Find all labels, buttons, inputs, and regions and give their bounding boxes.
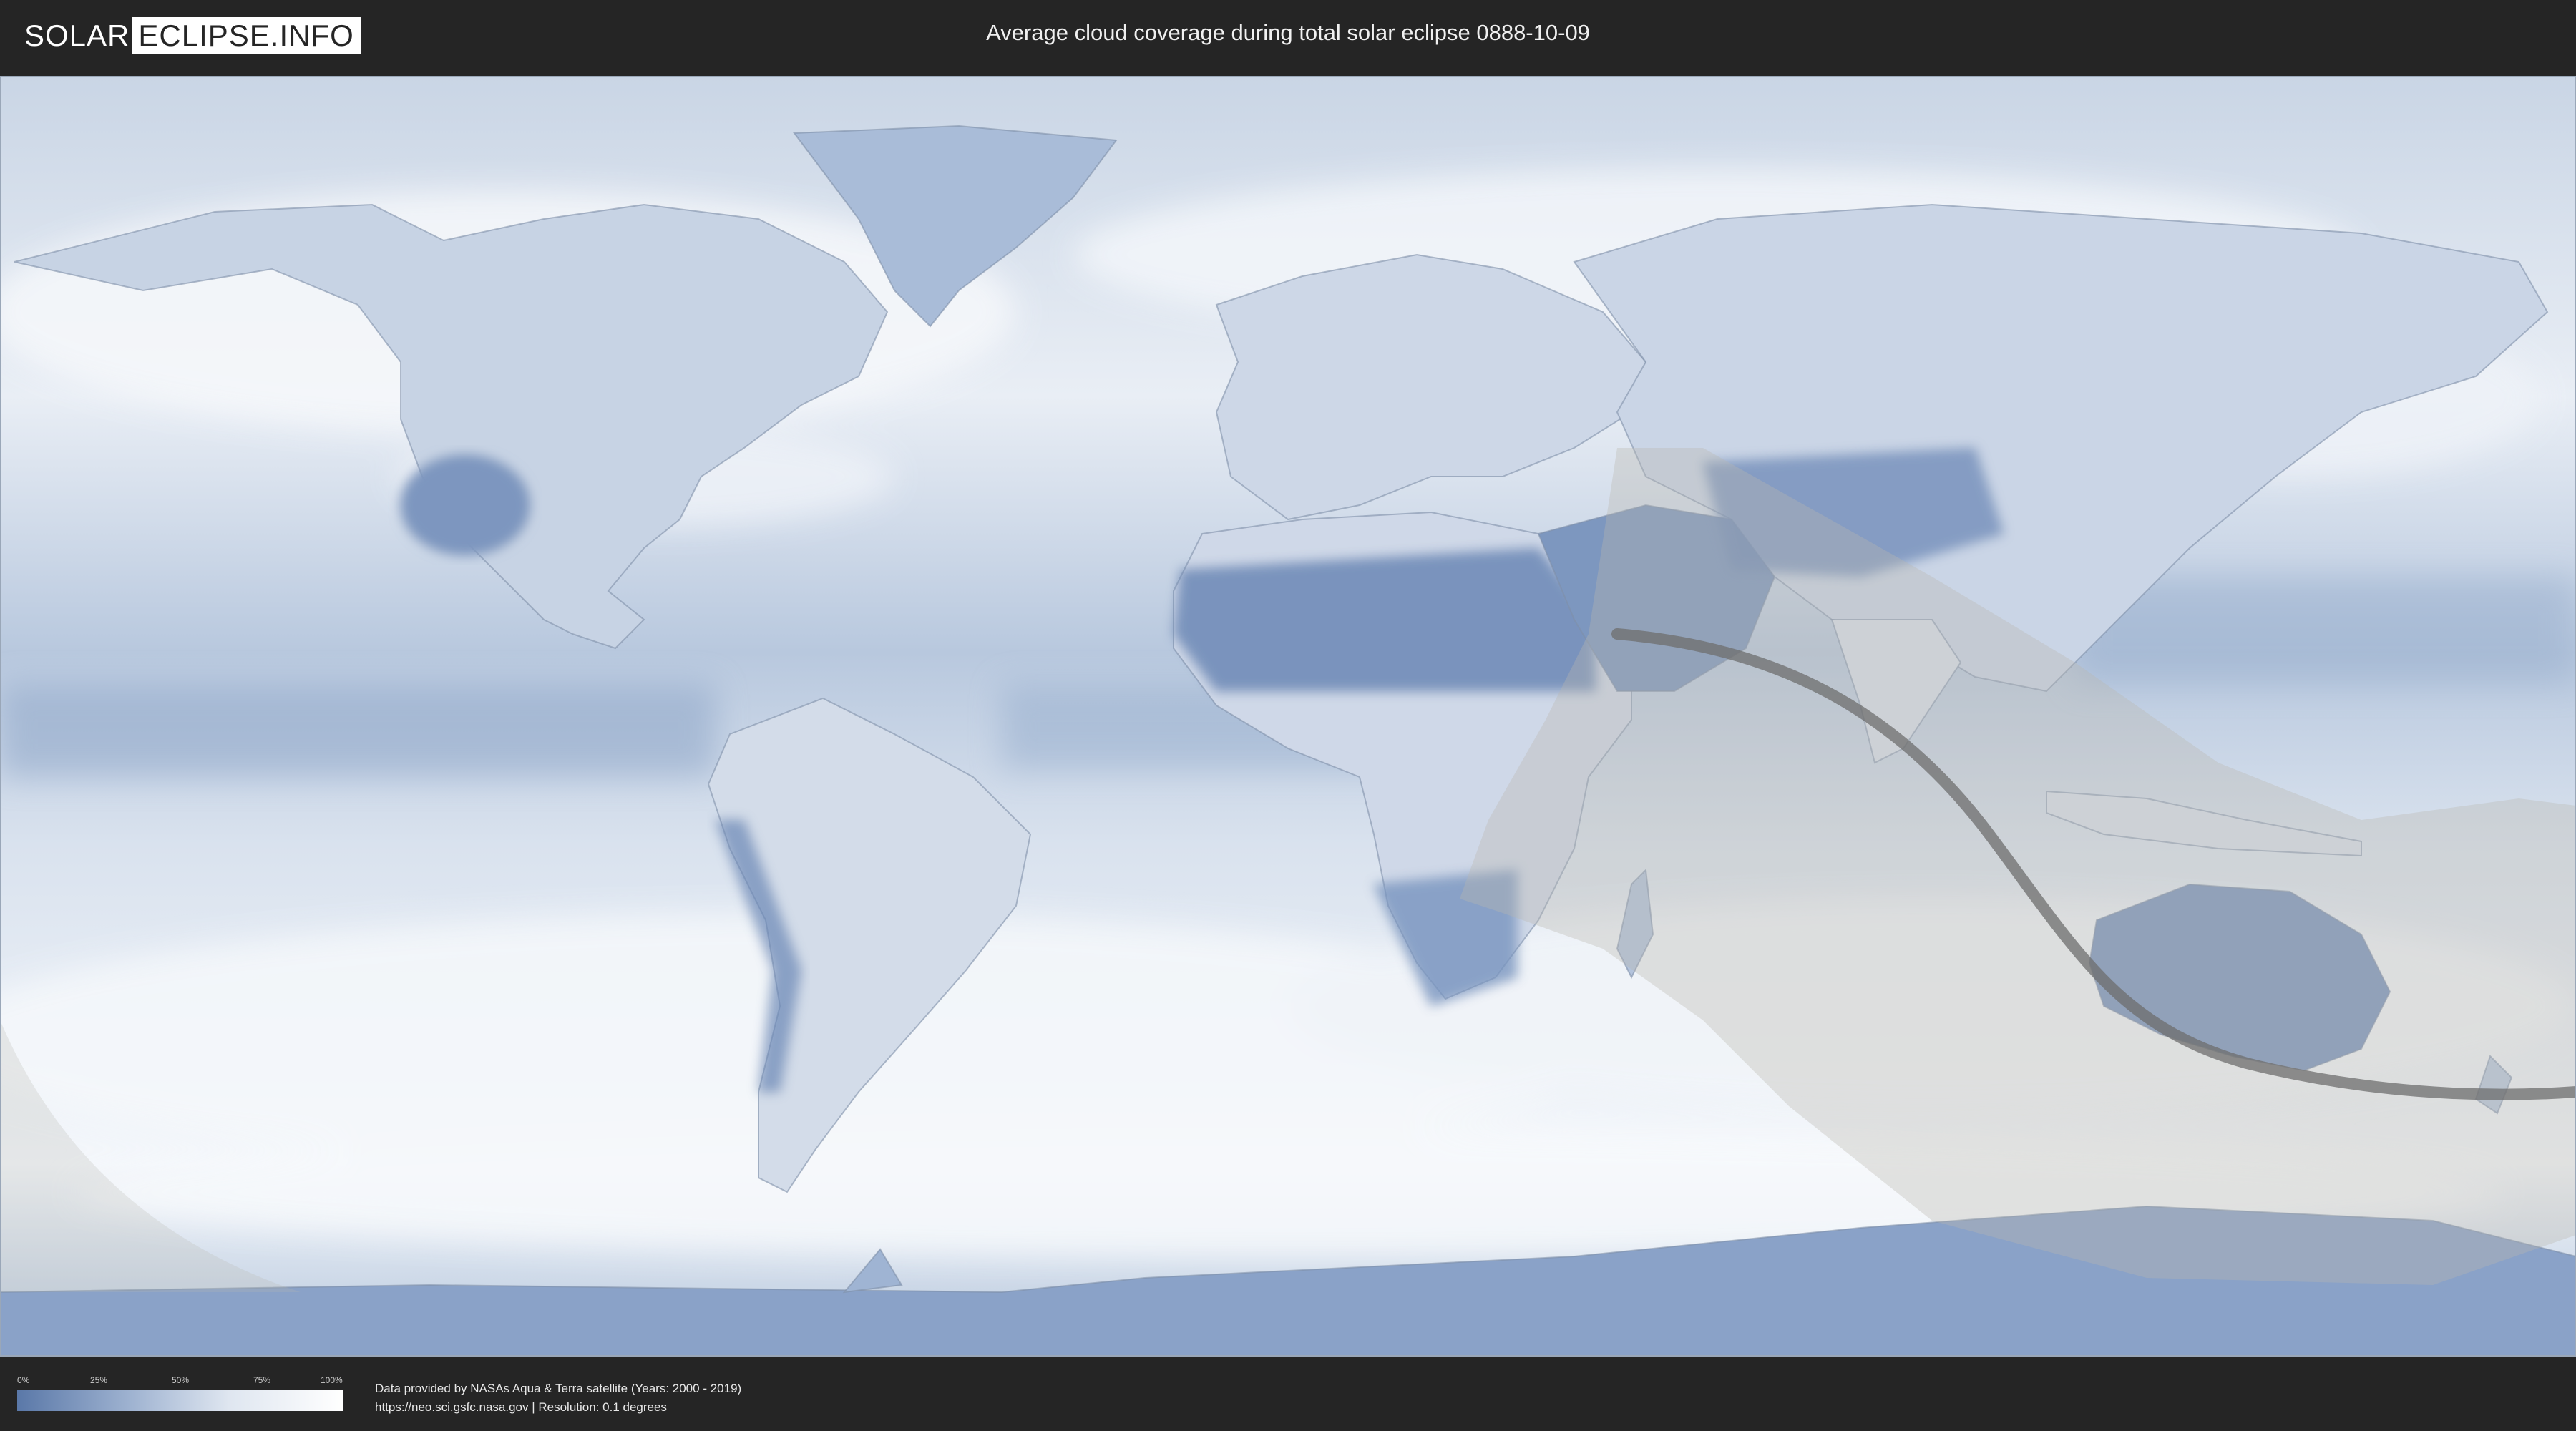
world-map-svg	[0, 76, 2576, 1357]
legend-tick: 100%	[321, 1375, 343, 1385]
footer-bar: 0% 25% 50% 75% 100% Data provided by NAS…	[0, 1358, 2576, 1431]
legend-tick: 75%	[253, 1375, 271, 1385]
data-credits: Data provided by NASAs Aqua & Terra sate…	[375, 1379, 741, 1417]
legend-ticks: 0% 25% 50% 75% 100%	[17, 1375, 343, 1385]
credit-line-source: Data provided by NASAs Aqua & Terra sate…	[375, 1382, 742, 1395]
legend-tick: 50%	[172, 1375, 190, 1385]
desert-southwest-usa	[400, 454, 530, 556]
sahara-clear-sky	[1172, 547, 1596, 692]
legend-tick: 25%	[90, 1375, 108, 1385]
cloud-coverage-legend: 0% 25% 50% 75% 100%	[17, 1375, 343, 1411]
header-bar: SOLAR ECLIPSE.INFO Average cloud coverag…	[0, 0, 2576, 71]
legend-tick: 0%	[17, 1375, 30, 1385]
legend-gradient-bar	[17, 1390, 343, 1411]
page-title: Average cloud coverage during total sola…	[986, 20, 1590, 45]
cloud-coverage-map[interactable]	[0, 76, 2576, 1357]
credit-line-url[interactable]: https://neo.sci.gsfc.nasa.gov | Resoluti…	[375, 1398, 741, 1417]
